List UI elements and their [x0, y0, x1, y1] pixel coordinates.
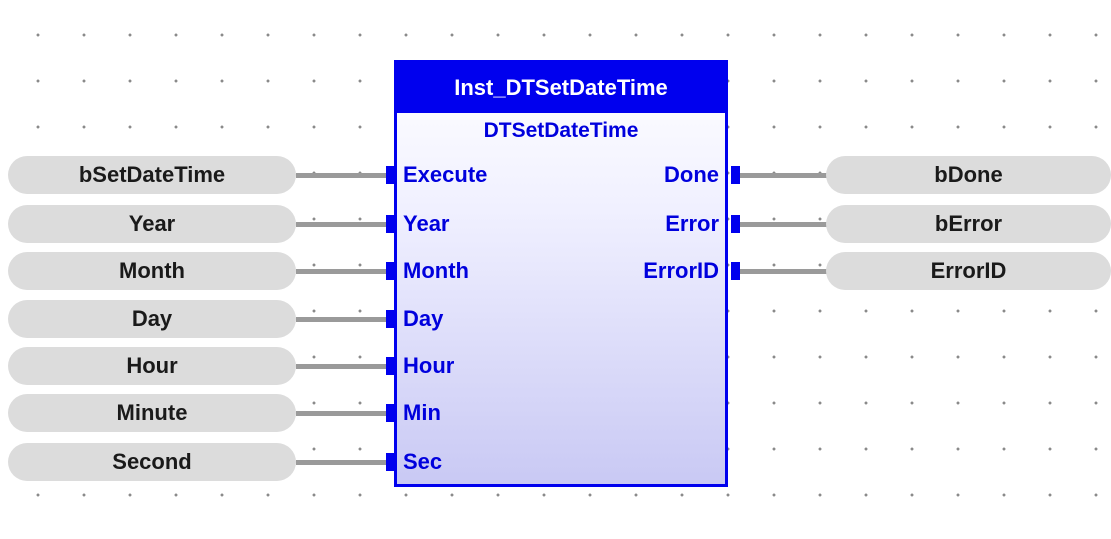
port-input-month: Month: [403, 258, 469, 283]
input-variable-second[interactable]: Second: [8, 443, 296, 481]
input-variable-bsetdatetime[interactable]: bSetDateTime: [8, 156, 296, 194]
port-input-day: Day: [403, 306, 444, 331]
input-wire-year: [296, 222, 386, 227]
input-variable-day[interactable]: Day: [8, 300, 296, 338]
output-pin-errorid[interactable]: [731, 262, 740, 280]
input-variable-minute[interactable]: Minute: [8, 394, 296, 432]
input-wire-execute: [296, 173, 386, 178]
port-input-execute: Execute: [403, 162, 488, 187]
output-wire-done: [740, 173, 830, 178]
port-output-error: Error: [665, 211, 719, 236]
input-wire-month: [296, 269, 386, 274]
output-wire-errorid: [740, 269, 830, 274]
output-variable-berror[interactable]: bError: [826, 205, 1111, 243]
block-type-name: DTSetDateTime: [483, 119, 639, 142]
input-wire-sec: [296, 460, 386, 465]
output-variable-errorid[interactable]: ErrorID: [826, 252, 1111, 290]
input-variable-year[interactable]: Year: [8, 205, 296, 243]
port-input-hour: Hour: [403, 353, 455, 378]
input-variable-month[interactable]: Month: [8, 252, 296, 290]
output-pin-done[interactable]: [731, 166, 740, 184]
output-wire-error: [740, 222, 830, 227]
port-input-sec: Sec: [403, 449, 443, 474]
port-input-min: Min: [403, 400, 441, 425]
block-instance-name: Inst_DTSetDateTime: [397, 63, 725, 113]
port-output-errorid: ErrorID: [643, 258, 719, 283]
input-wire-day: [296, 317, 386, 322]
input-wire-min: [296, 411, 386, 416]
output-variable-bdone[interactable]: bDone: [826, 156, 1111, 194]
output-pin-error[interactable]: [731, 215, 740, 233]
function-block[interactable]: Inst_DTSetDateTime DTSetDateTime Execute…: [394, 60, 728, 487]
input-variable-hour[interactable]: Hour: [8, 347, 296, 385]
port-input-year: Year: [403, 211, 450, 236]
input-wire-hour: [296, 364, 386, 369]
port-output-done: Done: [664, 162, 719, 187]
